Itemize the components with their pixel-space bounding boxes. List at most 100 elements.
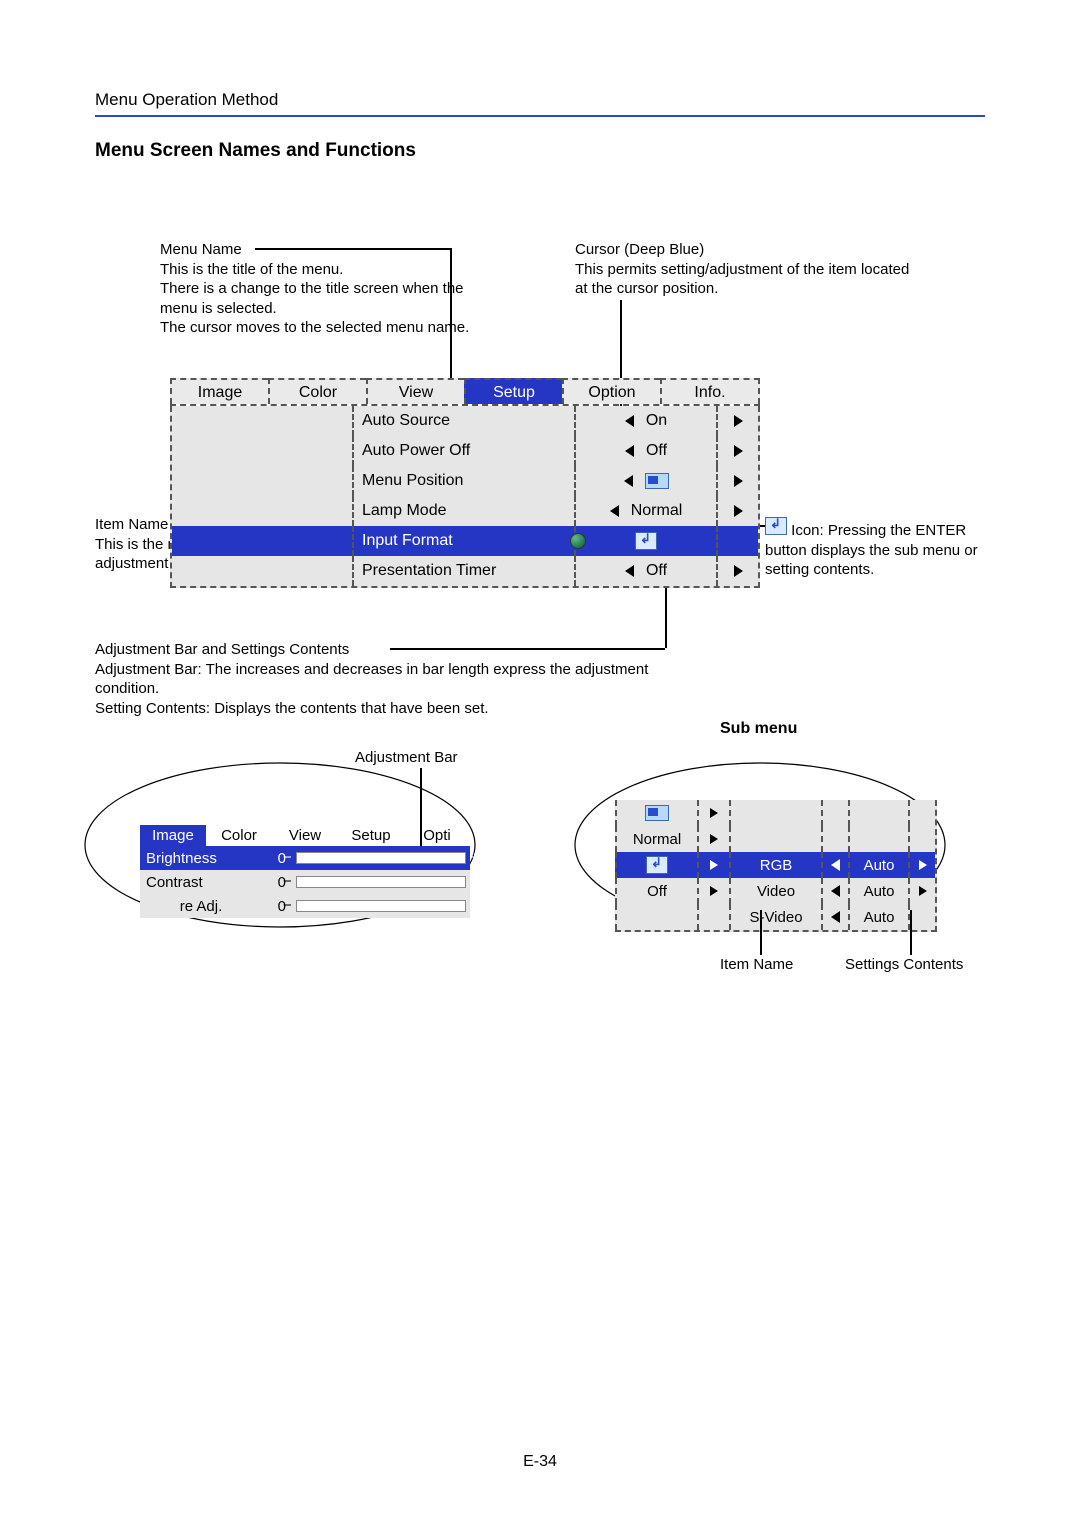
menu-row-input-format[interactable]: Input Format: [172, 526, 758, 556]
menu-tab-option[interactable]: Option: [562, 378, 660, 404]
annotation-menu-name-title: Menu Name: [160, 241, 242, 258]
main-menu-figure: Image Color View Setup Option Info. Auto…: [170, 378, 760, 588]
menu-row-auto-source[interactable]: Auto Source On: [172, 406, 758, 436]
sub-row-left: Normal: [615, 826, 699, 852]
adjustment-bar[interactable]: −: [296, 900, 466, 912]
adj-tab-option[interactable]: Opti: [404, 825, 470, 846]
breadcrumb: Menu Operation Method: [95, 90, 278, 110]
arrow-right-icon[interactable]: [734, 505, 743, 517]
annotation-cursor: Cursor (Deep Blue) This permits setting/…: [575, 240, 925, 299]
sub-menu-item-name-label: Item Name: [720, 955, 793, 975]
enter-icon: [635, 532, 657, 550]
menu-row-label: Input Format: [352, 526, 576, 556]
enter-icon: [646, 856, 668, 874]
adjustment-table: Image Color View Setup Opti Brightness 0…: [140, 825, 470, 918]
sub-row-value: Auto: [848, 878, 910, 904]
menu-row-presentation-timer[interactable]: Presentation Timer Off: [172, 556, 758, 586]
adj-tab-image[interactable]: Image: [140, 825, 206, 846]
arrow-left-icon[interactable]: [831, 911, 840, 923]
menu-tab-info[interactable]: Info.: [660, 378, 760, 404]
sub-row-value: Auto: [848, 852, 910, 878]
leader-line: [255, 248, 450, 250]
position-icon: [645, 805, 669, 821]
adj-tab-setup[interactable]: Setup: [338, 825, 404, 846]
arrow-right-icon[interactable]: [710, 834, 718, 844]
arrow-left-icon[interactable]: [625, 565, 634, 577]
sub-row-left: Off: [615, 878, 699, 904]
menu-row-label: Presentation Timer: [352, 556, 576, 586]
leader-line: [390, 648, 665, 650]
arrow-right-icon[interactable]: [710, 886, 718, 896]
sub-row-normal[interactable]: Normal: [615, 826, 935, 852]
menu-tab-image[interactable]: Image: [170, 378, 268, 404]
menu-tab-color[interactable]: Color: [268, 378, 366, 404]
annotation-adj-bar-body2: Setting Contents: Displays the contents …: [95, 700, 489, 717]
menu-tab-view[interactable]: View: [366, 378, 464, 404]
menu-row-auto-power-off[interactable]: Auto Power Off Off: [172, 436, 758, 466]
arrow-left-icon[interactable]: [624, 475, 633, 487]
sub-row-s-video[interactable]: S-Video Auto: [615, 904, 935, 930]
annotation-cursor-title: Cursor (Deep Blue): [575, 241, 704, 258]
sub-row-video[interactable]: Off Video Auto: [615, 878, 935, 904]
sub-row-name: RGB: [729, 852, 823, 878]
menu-row-label: Lamp Mode: [352, 496, 576, 526]
arrow-right-icon[interactable]: [919, 860, 927, 870]
arrow-right-icon[interactable]: [710, 860, 718, 870]
adj-tab-view[interactable]: View: [272, 825, 338, 846]
sub-menu-table: Normal RGB Auto Off Video Auto S-Video A…: [615, 800, 937, 932]
adjustment-bar[interactable]: −: [296, 876, 466, 888]
adj-row-re-adj[interactable]: re Adj. 0 −: [140, 894, 470, 918]
arrow-right-icon[interactable]: [734, 475, 743, 487]
adj-row-brightness[interactable]: Brightness 0 −+: [140, 846, 470, 870]
menu-row-lamp-mode[interactable]: Lamp Mode Normal: [172, 496, 758, 526]
arrow-left-icon[interactable]: [831, 885, 840, 897]
sub-row[interactable]: [615, 800, 935, 826]
menu-row-label: Auto Source: [352, 406, 576, 436]
leader-line: [760, 910, 762, 955]
menu-row-value: Off: [646, 442, 667, 460]
enter-icon: [765, 517, 787, 535]
cursor-marker-icon: [570, 533, 586, 549]
annotation-adj-bar: Adjustment Bar and Settings Contents Adj…: [95, 640, 715, 718]
annotation-cursor-body: This permits setting/adjustment of the i…: [575, 261, 909, 298]
arrow-right-icon[interactable]: [710, 808, 718, 818]
annotation-menu-name-body: This is the title of the menu. There is …: [160, 261, 469, 337]
annotation-menu-name: Menu Name This is the title of the menu.…: [160, 240, 490, 338]
arrow-right-icon[interactable]: [734, 445, 743, 457]
sub-row-name: S-Video: [729, 904, 823, 930]
arrow-right-icon[interactable]: [734, 565, 743, 577]
adj-row-contrast[interactable]: Contrast 0 −: [140, 870, 470, 894]
arrow-left-icon[interactable]: [610, 505, 619, 517]
leader-line: [450, 248, 452, 378]
menu-tab-setup[interactable]: Setup: [464, 378, 562, 404]
section-title: Menu Screen Names and Functions: [95, 140, 416, 162]
adj-row-name: re Adj.: [140, 898, 256, 915]
arrow-left-icon[interactable]: [831, 859, 840, 871]
menu-row-label: Menu Position: [352, 466, 576, 496]
menu-row-label: Auto Power Off: [352, 436, 576, 466]
sub-menu-title: Sub menu: [720, 720, 797, 738]
arrow-left-icon[interactable]: [625, 445, 634, 457]
arrow-left-icon[interactable]: [625, 415, 634, 427]
adjustment-bar[interactable]: −+: [296, 852, 466, 864]
sub-row-rgb[interactable]: RGB Auto: [615, 852, 935, 878]
menu-row-menu-position[interactable]: Menu Position: [172, 466, 758, 496]
sub-row-value: Auto: [848, 904, 910, 930]
menu-row-value: Off: [646, 562, 667, 580]
sub-row-name: Video: [729, 878, 823, 904]
header-divider: [95, 115, 985, 117]
annotation-item-name-title: Item Name: [95, 516, 168, 533]
annotation-icon-label: Icon:: [791, 522, 824, 539]
adj-row-name: Contrast: [140, 874, 256, 891]
annotation-icon: Icon: Pressing the ENTER button displays…: [765, 517, 995, 580]
adj-tab-color[interactable]: Color: [206, 825, 272, 846]
menu-tabs: Image Color View Setup Option Info.: [170, 378, 760, 406]
position-icon: [645, 473, 669, 489]
menu-rows: Auto Source On Auto Power Off Off Menu P…: [170, 406, 760, 588]
arrow-right-icon[interactable]: [919, 886, 927, 896]
arrow-right-icon[interactable]: [734, 415, 743, 427]
annotation-adj-bar-title: Adjustment Bar and Settings Contents: [95, 641, 349, 658]
adjustment-figure: Image Color View Setup Opti Brightness 0…: [80, 745, 480, 930]
leader-line: [910, 910, 912, 955]
menu-row-value: On: [646, 412, 667, 430]
